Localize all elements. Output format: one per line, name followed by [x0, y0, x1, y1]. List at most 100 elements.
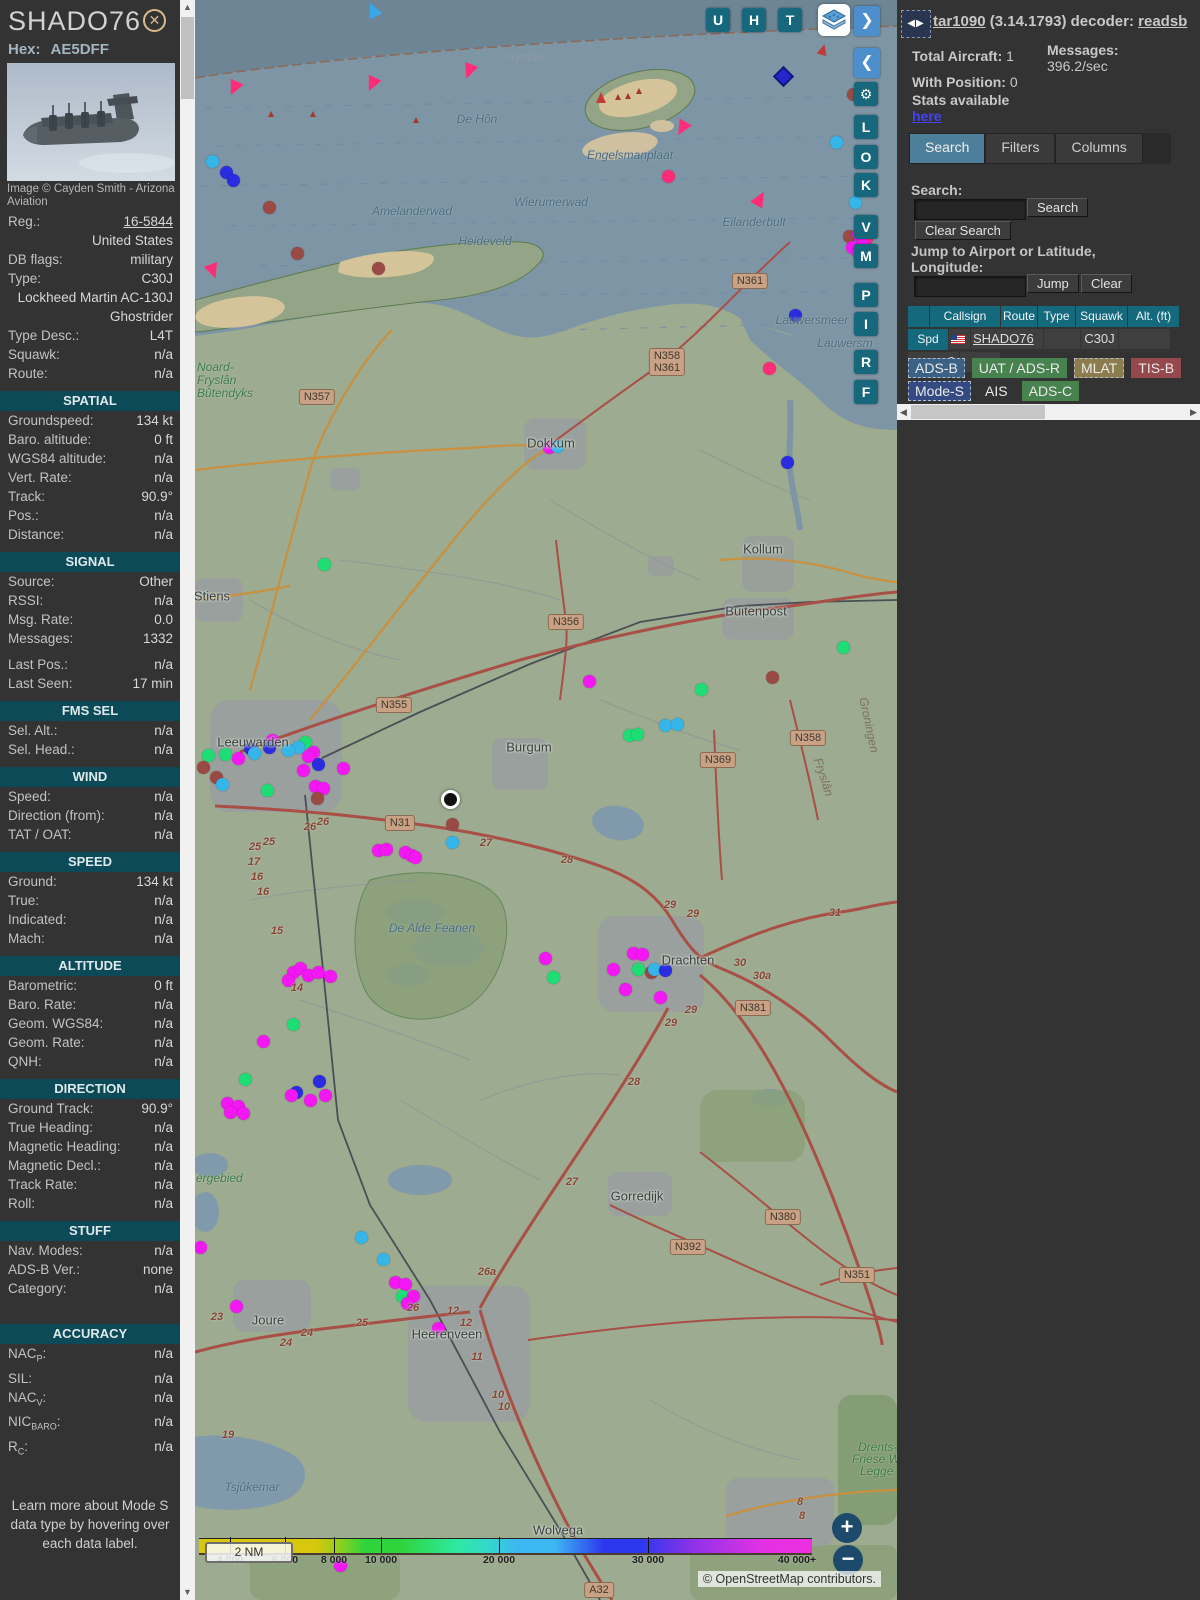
tab-filters[interactable]: Filters	[985, 133, 1056, 164]
aircraft-history-dot[interactable]	[263, 201, 276, 214]
aircraft-history-dot[interactable]	[287, 1018, 300, 1031]
clear-search-button[interactable]: Clear Search	[915, 221, 1011, 240]
aircraft-history-dot[interactable]	[219, 748, 232, 761]
panel-collapse-icon[interactable]: ◀▶	[901, 10, 931, 38]
scroll-right-icon[interactable]: ▶	[1187, 404, 1200, 420]
zoom-in-button[interactable]: +	[832, 1513, 862, 1543]
data-row-value[interactable]: 16-5844	[46, 212, 173, 231]
aircraft-history-dot[interactable]	[607, 963, 620, 976]
filter-uat-ads-r[interactable]: UAT / ADS-R	[971, 358, 1067, 378]
map-side-button-K[interactable]: K	[854, 173, 878, 197]
filter-ads-b[interactable]: ADS-B	[908, 358, 965, 378]
aircraft-history-dot[interactable]	[547, 971, 560, 984]
aircraft-history-dot[interactable]	[224, 1106, 237, 1119]
filter-tis-b[interactable]: TIS-B	[1131, 358, 1182, 378]
map-side-button-V[interactable]: V	[854, 215, 878, 239]
aircraft-history-dot[interactable]	[195, 1241, 207, 1254]
aircraft-history-dot[interactable]	[446, 818, 459, 831]
map-side-button-R[interactable]: R	[854, 350, 878, 374]
aircraft-history-dot[interactable]	[257, 1035, 270, 1048]
aircraft-history-dot[interactable]	[659, 719, 672, 732]
table-header-icon[interactable]	[908, 306, 929, 327]
aircraft-history-dot[interactable]	[837, 641, 850, 654]
aircraft-history-dot[interactable]	[632, 963, 645, 976]
tar1090-link[interactable]: tar1090	[933, 13, 986, 30]
tab-search[interactable]: Search	[909, 133, 986, 164]
aircraft-history-dot[interactable]	[662, 170, 675, 183]
selected-aircraft-marker[interactable]	[441, 790, 460, 809]
scrollbar-thumb[interactable]	[181, 17, 194, 99]
osm-attribution[interactable]: © OpenStreetMap contributors.	[697, 1571, 881, 1587]
table-callsign-link[interactable]: SHADO76	[973, 331, 1034, 346]
aircraft-history-dot[interactable]	[619, 983, 632, 996]
aircraft-history-dot[interactable]	[631, 728, 644, 741]
filter-ais[interactable]: AIS	[978, 381, 1015, 401]
map-canvas[interactable]: Leeuwarden Stiens Dokkum Kollum Buitenpost Bu…	[195, 0, 897, 1600]
aircraft-marker[interactable]	[224, 78, 244, 99]
map-button-U[interactable]: U	[706, 8, 730, 32]
table-cell[interactable]: SHADO76	[971, 329, 1043, 349]
aircraft-history-dot[interactable]	[695, 683, 708, 696]
map-button-T[interactable]: T	[778, 8, 802, 32]
aircraft-history-dot[interactable]	[313, 1075, 326, 1088]
aircraft-marker[interactable]	[816, 42, 830, 57]
map-side-button-L[interactable]: L	[854, 115, 878, 139]
map-side-button-O[interactable]: O	[854, 145, 878, 169]
aircraft-history-dot[interactable]	[318, 558, 331, 571]
aircraft-history-dot[interactable]	[291, 247, 304, 260]
aircraft-history-dot[interactable]	[285, 1089, 298, 1102]
tab-columns[interactable]: Columns	[1055, 133, 1143, 164]
aircraft-history-dot[interactable]	[636, 948, 649, 961]
aircraft-marker[interactable]	[672, 118, 692, 139]
aircraft-marker-diamond[interactable]	[772, 65, 795, 88]
map-side-button-❮[interactable]: ❮	[854, 48, 880, 78]
aircraft-marker[interactable]	[363, 0, 383, 20]
jump-button[interactable]: Jump	[1027, 274, 1079, 293]
aircraft-history-dot[interactable]	[409, 851, 422, 864]
scroll-down-icon[interactable]: ▼	[180, 1585, 195, 1600]
table-header-Route[interactable]: Route	[1001, 306, 1037, 327]
map-side-button-I[interactable]: I	[854, 312, 878, 336]
search-button[interactable]: Search	[1027, 198, 1089, 217]
scroll-up-icon[interactable]: ▲	[180, 0, 195, 15]
map-side-button-M[interactable]: M	[854, 244, 878, 268]
hscroll-thumb[interactable]	[911, 405, 1045, 419]
table-header-Squawk[interactable]: Squawk	[1076, 306, 1127, 327]
aircraft-history-dot[interactable]	[380, 843, 393, 856]
aircraft-history-dot[interactable]	[227, 174, 240, 187]
panel-horizontal-scrollbar[interactable]: ◀ ▶	[897, 404, 1200, 420]
table-header-Spd[interactable]: Spd	[908, 329, 948, 350]
aircraft-history-dot[interactable]	[763, 362, 776, 375]
search-input[interactable]	[914, 199, 1026, 220]
jump-clear-button[interactable]: Clear	[1081, 274, 1133, 293]
scroll-left-icon[interactable]: ◀	[897, 404, 910, 420]
aircraft-history-dot[interactable]	[319, 1089, 332, 1102]
aircraft-history-dot[interactable]	[311, 792, 324, 805]
layers-button[interactable]	[818, 4, 850, 36]
map-button-H[interactable]: H	[742, 8, 766, 32]
aircraft-history-dot[interactable]	[206, 155, 219, 168]
table-header-Type[interactable]: Type	[1038, 306, 1075, 327]
aircraft-history-dot[interactable]	[377, 1253, 390, 1266]
aircraft-history-dot[interactable]	[781, 456, 794, 469]
aircraft-history-dot[interactable]	[304, 1094, 317, 1107]
filter-mlat[interactable]: MLAT	[1073, 358, 1125, 378]
aircraft-history-dot[interactable]	[237, 1107, 250, 1120]
table-header-Callsign[interactable]: Callsign	[930, 306, 1000, 327]
aircraft-history-dot[interactable]	[583, 675, 596, 688]
aircraft-history-dot[interactable]	[355, 1231, 368, 1244]
aircraft-history-dot[interactable]	[654, 991, 667, 1004]
map-side-button-F[interactable]: F	[854, 380, 878, 404]
aircraft-marker[interactable]	[596, 92, 606, 103]
map-side-button-❯[interactable]: ❯	[854, 6, 880, 36]
readsb-link[interactable]: readsb	[1138, 13, 1187, 30]
close-icon[interactable]: ✕	[143, 9, 166, 32]
map-side-button-⚙[interactable]: ⚙	[854, 82, 878, 106]
aircraft-marker[interactable]	[362, 74, 382, 95]
aircraft-history-dot[interactable]	[830, 136, 843, 149]
aircraft-history-dot[interactable]	[261, 784, 274, 797]
aircraft-history-dot[interactable]	[324, 970, 337, 983]
aircraft-history-dot[interactable]	[849, 196, 862, 209]
stats-here-link[interactable]: here	[912, 108, 942, 124]
aircraft-history-dot[interactable]	[216, 778, 229, 791]
